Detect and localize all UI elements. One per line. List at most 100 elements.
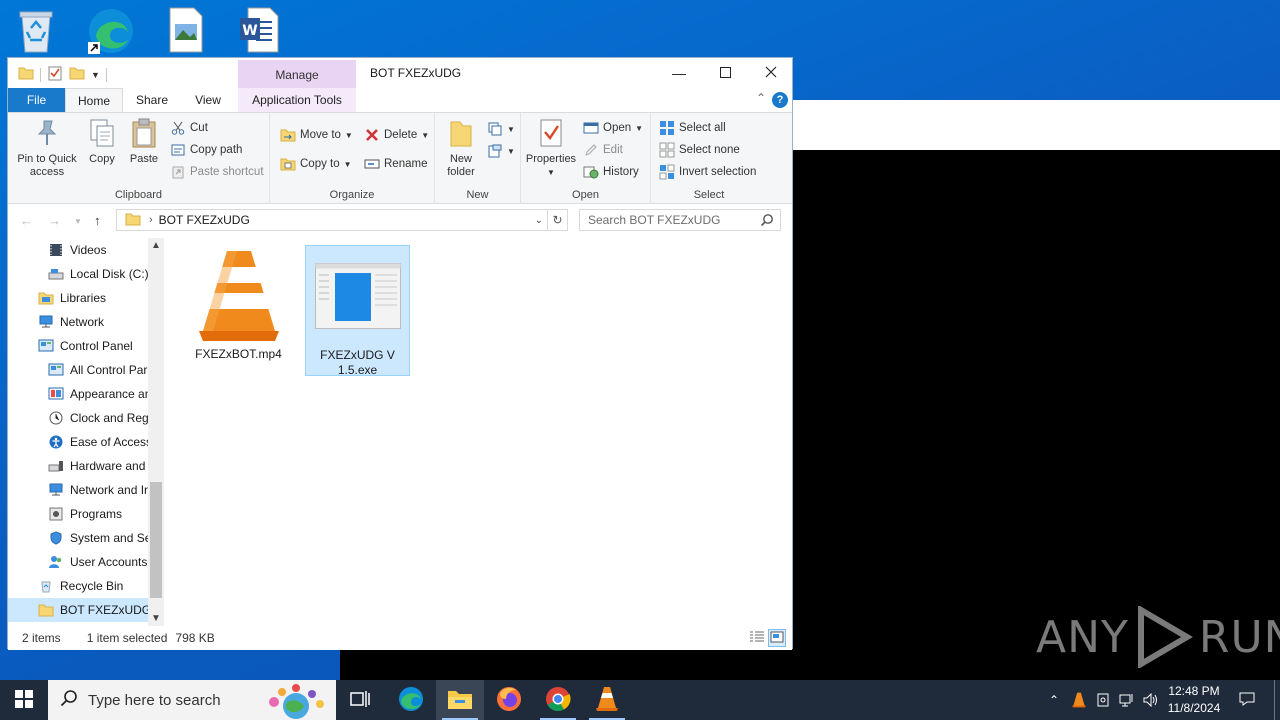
- new-item-button[interactable]: ▼: [487, 119, 515, 139]
- delete-button[interactable]: Delete ▼: [364, 125, 429, 145]
- tab-view[interactable]: View: [186, 88, 230, 112]
- recycle-bin-desktop-icon[interactable]: [14, 6, 62, 54]
- cut-label: Cut: [190, 122, 208, 134]
- address-bar[interactable]: › BOT FXEZxUDG ⌄: [116, 209, 548, 231]
- back-arrow-icon[interactable]: ←: [20, 213, 33, 228]
- copy-path-button[interactable]: Copy path: [170, 140, 242, 160]
- paste-shortcut-label: Paste shortcut: [190, 166, 264, 178]
- taskbar-firefox-button[interactable]: [485, 680, 533, 720]
- help-icon[interactable]: ?: [772, 92, 788, 108]
- maximize-button[interactable]: [702, 58, 748, 88]
- history-button[interactable]: History: [583, 162, 639, 182]
- start-button[interactable]: [0, 680, 48, 720]
- nav-item[interactable]: System and Sec: [8, 526, 148, 550]
- network-icon[interactable]: [1116, 680, 1138, 720]
- search-input[interactable]: Search BOT FXEZxUDG: [579, 209, 781, 231]
- taskbar-file-explorer-button[interactable]: [436, 680, 484, 720]
- copy-to-button[interactable]: Copy to ▼: [280, 154, 352, 174]
- minimize-button[interactable]: —: [656, 58, 702, 88]
- collapse-ribbon-icon[interactable]: ⌃: [756, 91, 766, 105]
- open-button[interactable]: Open ▼: [583, 118, 643, 138]
- show-desktop-button[interactable]: [1274, 680, 1280, 720]
- nav-scrollbar[interactable]: ▲ ▼: [148, 238, 164, 626]
- up-arrow-icon[interactable]: ↑: [94, 213, 101, 228]
- taskbar-clock[interactable]: 12:48 PM 11/8/2024: [1160, 683, 1228, 717]
- taskbar-search-box[interactable]: Type here to search: [48, 680, 336, 720]
- task-view-icon: [350, 690, 370, 711]
- taskbar-chrome-button[interactable]: [534, 680, 582, 720]
- new-folder-button[interactable]: New folder: [439, 117, 483, 179]
- volume-icon[interactable]: [1140, 680, 1162, 720]
- recent-locations-chevron-icon[interactable]: ▼: [74, 217, 82, 226]
- file-item-selected[interactable]: FXEZxUDG V 1.5.exe: [305, 245, 410, 377]
- select-all-button[interactable]: Select all: [659, 118, 726, 138]
- invert-selection-button[interactable]: Invert selection: [659, 162, 756, 182]
- customize-qat-chevron-icon[interactable]: ▼: [91, 70, 100, 80]
- tab-manage[interactable]: Manage: [238, 60, 356, 90]
- refresh-button[interactable]: ↻: [548, 209, 568, 231]
- nav-item[interactable]: Network and Ir: [8, 478, 148, 502]
- tab-home[interactable]: Home: [65, 88, 123, 112]
- close-button[interactable]: [748, 58, 794, 88]
- tab-file[interactable]: File: [8, 88, 65, 112]
- new-folder-icon: [445, 117, 477, 149]
- scroll-up-icon[interactable]: ▲: [151, 240, 161, 251]
- word-document-desktop-icon[interactable]: W: [238, 6, 286, 54]
- select-none-button[interactable]: Select none: [659, 140, 740, 160]
- taskbar-vlc-button[interactable]: [583, 680, 631, 720]
- edge-desktop-icon[interactable]: [86, 6, 134, 54]
- nav-item[interactable]: Network: [8, 310, 148, 334]
- file-item[interactable]: FXEZxBOT.mp4: [186, 245, 291, 376]
- task-view-button[interactable]: [336, 680, 384, 720]
- nav-item[interactable]: Ease of Access: [8, 430, 148, 454]
- image-file-desktop-icon[interactable]: [166, 6, 214, 54]
- new-folder-qat-icon[interactable]: [69, 66, 85, 83]
- nav-item[interactable]: Recycle Bin: [8, 574, 148, 598]
- properties-qat-icon[interactable]: [47, 65, 63, 84]
- nav-item[interactable]: Hardware and: [8, 454, 148, 478]
- pin-to-quick-access-button[interactable]: Pin to Quick access: [14, 117, 80, 179]
- properties-button[interactable]: Properties ▼: [525, 117, 577, 179]
- breadcrumb[interactable]: BOT FXEZxUDG: [159, 213, 250, 227]
- nav-item[interactable]: User Accounts: [8, 550, 148, 574]
- rename-button[interactable]: Rename: [364, 154, 427, 174]
- search-icon: [760, 213, 774, 230]
- tray-device-icon[interactable]: [1092, 680, 1114, 720]
- open-icon: [583, 120, 599, 136]
- edit-button[interactable]: Edit: [583, 140, 623, 160]
- nav-item[interactable]: Local Disk (C:): [8, 262, 148, 286]
- tab-application-tools[interactable]: Application Tools: [238, 88, 356, 112]
- nav-item[interactable]: Videos: [8, 238, 148, 262]
- large-icons-view-button[interactable]: [768, 629, 786, 647]
- nav-item[interactable]: All Control Par: [8, 358, 148, 382]
- nav-item[interactable]: Libraries: [8, 286, 148, 310]
- tray-vlc-icon[interactable]: [1068, 680, 1090, 720]
- nav-item[interactable]: Control Panel: [8, 334, 148, 358]
- nav-item[interactable]: Appearance an: [8, 382, 148, 406]
- nav-item[interactable]: Programs: [8, 502, 148, 526]
- details-view-button[interactable]: [748, 629, 766, 647]
- nav-item[interactable]: BOT FXEZxUDG: [8, 598, 148, 622]
- nav-item-label: Network: [60, 315, 105, 329]
- tab-share[interactable]: Share: [130, 88, 174, 112]
- notifications-button[interactable]: [1234, 680, 1260, 720]
- cut-button[interactable]: Cut: [170, 118, 208, 138]
- easy-access-button[interactable]: ▼: [487, 141, 515, 161]
- address-dropdown-chevron-icon[interactable]: ⌄: [535, 215, 543, 226]
- forward-arrow-icon[interactable]: →: [48, 213, 61, 228]
- network-icon: [38, 314, 54, 330]
- paste-shortcut-button[interactable]: Paste shortcut: [170, 162, 264, 182]
- select-none-label: Select none: [679, 144, 740, 156]
- move-to-button[interactable]: Move to ▼: [280, 125, 353, 145]
- taskbar-edge-button[interactable]: [387, 680, 435, 720]
- select-group: Select all Select none Invert selection …: [651, 113, 767, 205]
- scrollbar-thumb[interactable]: [150, 482, 162, 598]
- nav-item-label: Ease of Access: [70, 435, 148, 449]
- scroll-down-icon[interactable]: ▼: [151, 613, 161, 624]
- appearance-icon: [48, 386, 64, 402]
- paste-button[interactable]: Paste: [126, 117, 162, 166]
- nav-item[interactable]: Clock and Regi: [8, 406, 148, 430]
- show-hidden-icons-button[interactable]: ⌃: [1044, 680, 1064, 720]
- copy-button[interactable]: Copy: [84, 117, 120, 166]
- properties-label: Properties: [525, 153, 577, 165]
